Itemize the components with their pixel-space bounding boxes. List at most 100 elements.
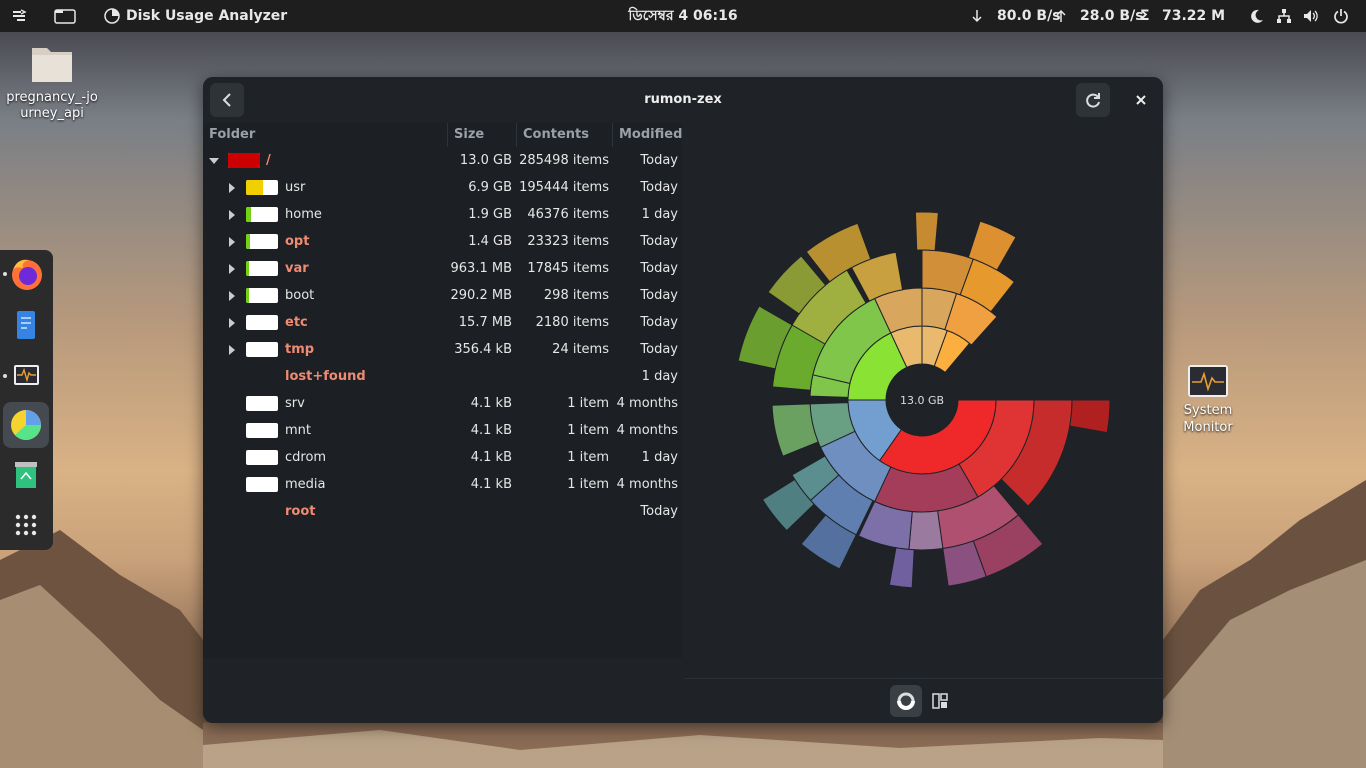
usage-bar [246, 288, 278, 303]
table-row[interactable]: lost+found 1 day [203, 363, 682, 390]
row-modified: Today [640, 180, 678, 195]
usage-bar-fill [246, 234, 250, 249]
table-row[interactable]: home 1.9 GB 46376 items 1 day [203, 201, 682, 228]
dock-disk-usage-analyzer[interactable] [3, 402, 49, 448]
column-header-size[interactable]: Size [454, 123, 484, 147]
disk-usage-window: rumon-zex Folder Size Contents Modified … [203, 77, 1163, 723]
table-row[interactable]: root Today [203, 498, 682, 525]
expand-arrow-icon[interactable] [229, 183, 235, 193]
table-row[interactable]: srv 4.1 kB 1 item 4 months [203, 390, 682, 417]
volume-icon[interactable] [1303, 8, 1319, 24]
row-size: 6.9 GB [468, 180, 512, 195]
ring-segment[interactable] [1069, 399, 1111, 434]
trash-icon [15, 462, 37, 488]
dock-text-editor[interactable] [3, 302, 49, 348]
ring-chart[interactable]: 13.0 GB [682, 123, 1163, 678]
usage-bar-fill [246, 207, 251, 222]
row-contents: 1 item [567, 477, 609, 492]
row-modified: 4 months [616, 477, 678, 492]
usage-bar [246, 261, 278, 276]
row-size: 290.2 MB [450, 288, 512, 303]
row-size: 1.4 GB [468, 234, 512, 249]
desktop-system-monitor-label: System Monitor [1183, 403, 1233, 435]
expand-arrow-icon[interactable] [229, 345, 235, 355]
dock-app-grid[interactable] [3, 502, 49, 548]
expand-arrow-icon[interactable] [229, 210, 235, 220]
expand-arrow-icon[interactable] [229, 291, 235, 301]
column-header-modified[interactable]: Modified [619, 123, 682, 147]
dock-system-monitor[interactable] [3, 352, 49, 398]
usage-bar [228, 153, 260, 168]
table-row[interactable]: etc 15.7 MB 2180 items Today [203, 309, 682, 336]
row-name: tmp [285, 342, 315, 357]
row-modified: 1 day [641, 207, 678, 222]
table-row[interactable]: mnt 4.1 kB 1 item 4 months [203, 417, 682, 444]
net-down-speed: 80.0 B/s [997, 8, 1061, 24]
table-row[interactable]: cdrom 4.1 kB 1 item 1 day [203, 444, 682, 471]
row-name: cdrom [285, 450, 327, 465]
expand-arrow-icon[interactable] [229, 318, 235, 328]
table-row[interactable]: usr 6.9 GB 195444 items Today [203, 174, 682, 201]
folder-tree[interactable]: Folder Size Contents Modified / 13.0 GB 28… [203, 123, 682, 658]
memory-usage: 73.22 M [1162, 8, 1226, 24]
firefox-icon [12, 259, 42, 290]
row-name: media [285, 477, 326, 492]
top-panel: Disk Usage Analyzer ডিসেম্বর 4 06:16 80.… [0, 0, 1366, 32]
text-editor-icon [17, 311, 35, 339]
row-contents: 298 items [543, 288, 609, 303]
table-row[interactable]: boot 290.2 MB 298 items Today [203, 282, 682, 309]
rings-chart-button[interactable] [890, 685, 922, 717]
row-size: 4.1 kB [470, 450, 512, 465]
column-header-folder[interactable]: Folder [209, 123, 255, 147]
usage-bar [246, 180, 278, 195]
dock-trash[interactable] [3, 452, 49, 498]
row-size: 4.1 kB [470, 396, 512, 411]
ring-center-label: 13.0 GB [900, 394, 944, 407]
usage-bar-fill [246, 180, 263, 195]
row-modified: Today [640, 234, 678, 249]
row-modified: 1 day [641, 369, 678, 384]
expand-arrow-icon[interactable] [229, 264, 235, 274]
window-title: rumon-zex [644, 92, 722, 107]
table-row[interactable]: media 4.1 kB 1 item 4 months [203, 471, 682, 498]
ring-segment[interactable] [908, 510, 944, 551]
column-header-contents[interactable]: Contents [523, 123, 589, 147]
ring-segment[interactable] [888, 547, 915, 589]
treemap-chart-button[interactable] [924, 685, 956, 717]
row-size: 4.1 kB [470, 477, 512, 492]
row-name: var [285, 261, 309, 276]
table-row[interactable]: opt 1.4 GB 23323 items Today [203, 228, 682, 255]
disk-usage-analyzer-icon [11, 410, 41, 440]
network-icon[interactable] [1276, 8, 1292, 24]
header-bar: rumon-zex [203, 77, 1163, 123]
night-light-icon[interactable] [1249, 8, 1265, 24]
expand-arrow-icon[interactable] [229, 237, 235, 247]
row-name: srv [285, 396, 305, 411]
tree-footer [203, 658, 683, 723]
desktop-folder[interactable]: pregnancy_-journey_api [6, 40, 98, 122]
power-icon[interactable] [1333, 8, 1349, 24]
usage-bar [246, 450, 278, 465]
folder-icon [32, 48, 72, 82]
row-size: 1.9 GB [468, 207, 512, 222]
dock-firefox[interactable] [3, 252, 49, 298]
table-row[interactable]: var 963.1 MB 17845 items Today [203, 255, 682, 282]
usage-bar [246, 315, 278, 330]
ring-segment[interactable] [914, 211, 939, 252]
column-separator [516, 123, 517, 147]
row-name: home [285, 207, 322, 222]
usage-bar [246, 342, 278, 357]
table-row[interactable]: / 13.0 GB 285498 items Today [203, 147, 682, 174]
table-row[interactable]: tmp 356.4 kB 24 items Today [203, 336, 682, 363]
usage-bar-fill [246, 288, 249, 303]
collapse-arrow-icon[interactable] [209, 158, 219, 164]
close-button[interactable] [1124, 83, 1158, 117]
row-name: / [266, 153, 271, 168]
row-modified: Today [640, 342, 678, 357]
row-size: 15.7 MB [458, 315, 512, 330]
dock [0, 250, 53, 550]
refresh-button[interactable] [1076, 83, 1110, 117]
desktop-system-monitor[interactable]: System Monitor [1168, 364, 1248, 436]
usage-bar-fill [228, 153, 260, 168]
desktop-folder-label: pregnancy_-journey_api [6, 90, 98, 121]
